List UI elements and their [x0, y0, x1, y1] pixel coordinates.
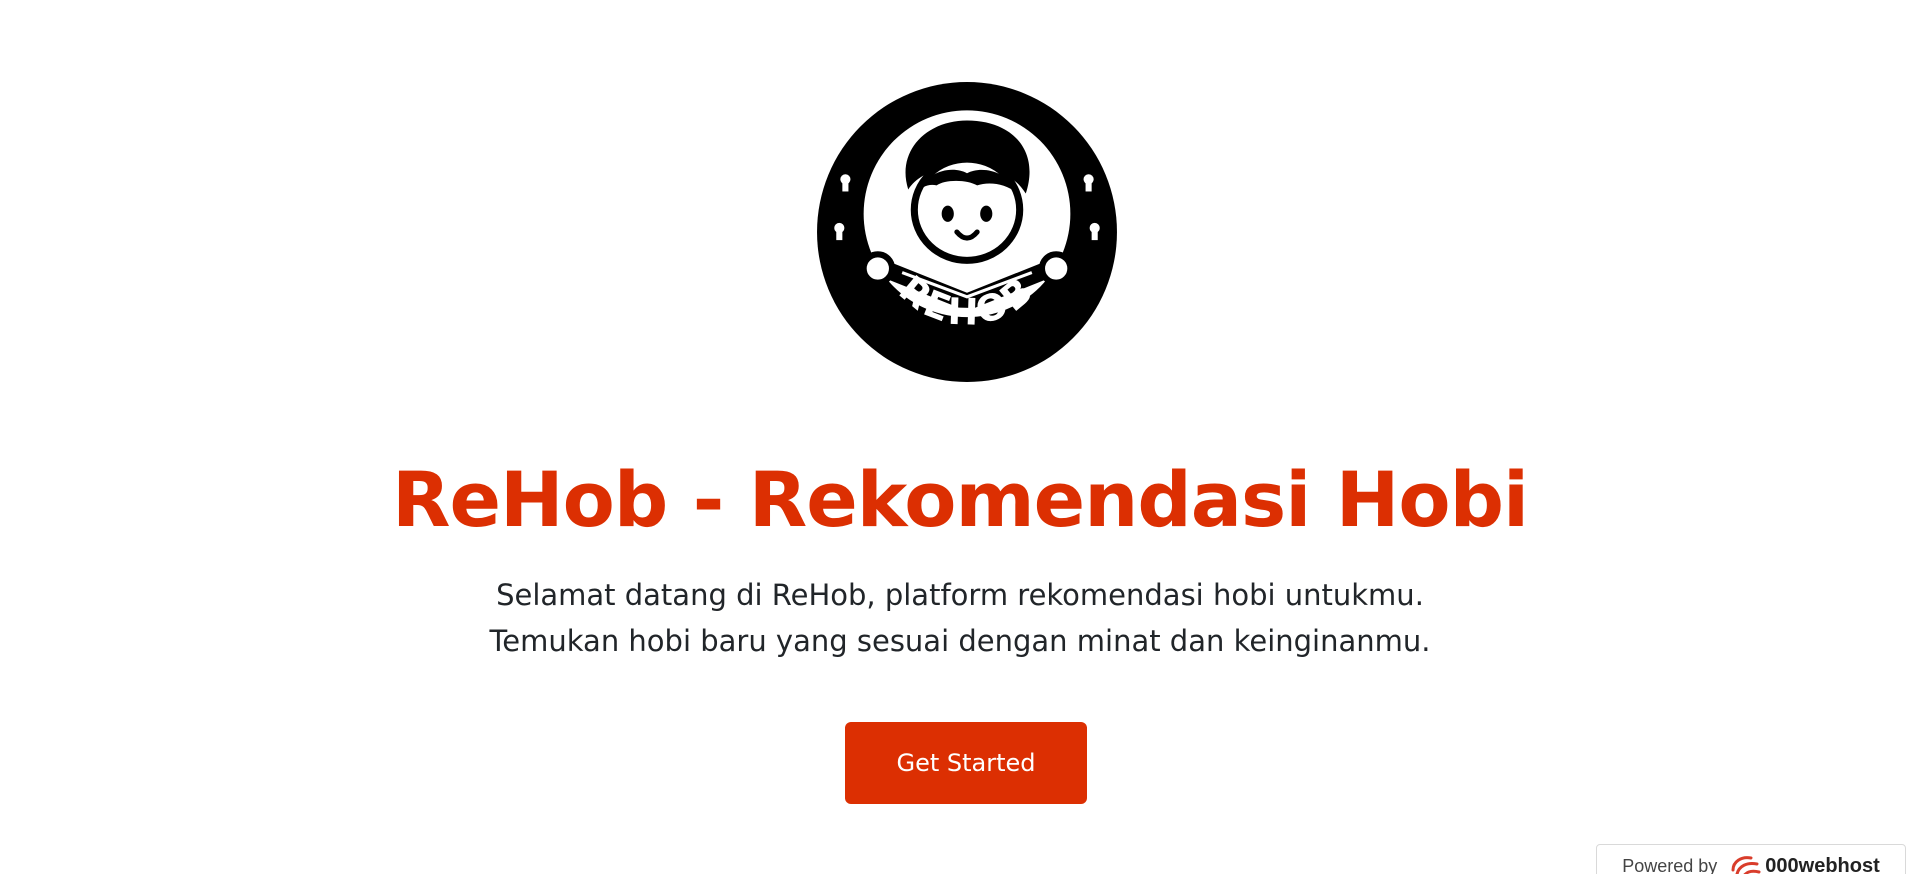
hero-description: Selamat datang di ReHob, platform rekome… — [489, 578, 1431, 658]
get-started-button[interactable]: Get Started — [845, 722, 1087, 804]
000webhost-logo-icon — [1731, 856, 1761, 874]
rehob-logo: REHOB — [815, 80, 1119, 384]
page-title: ReHob - Rekomendasi Hobi — [391, 455, 1529, 544]
child-reading-book-logo-icon: REHOB — [817, 82, 1117, 382]
powered-by-badge[interactable]: Powered by 000webhost — [1596, 844, 1906, 874]
hero-section: REHOB ReHob - Rekomendasi Hobi Selamat d… — [0, 0, 1920, 874]
brand-name: 000webhost — [1765, 854, 1880, 874]
powered-by-label: Powered by — [1622, 855, 1718, 874]
brand-link: 000webhost — [1727, 852, 1880, 874]
